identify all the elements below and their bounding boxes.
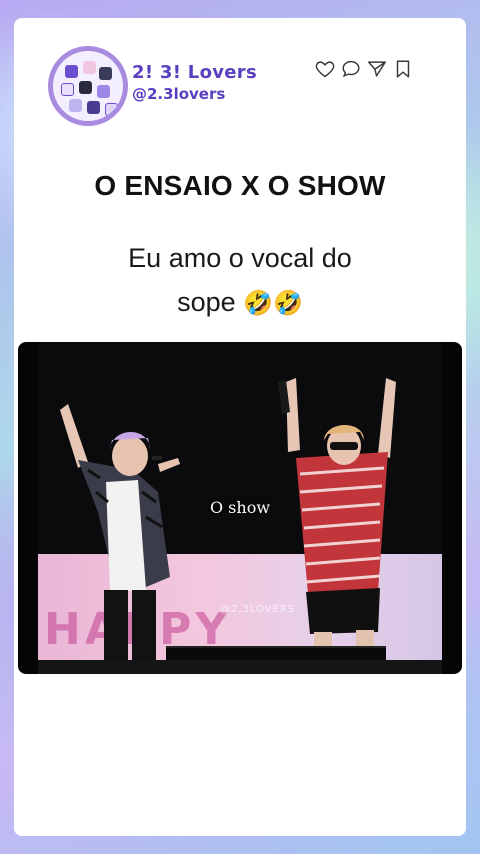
- bookmark-icon[interactable]: [392, 58, 414, 84]
- avatar[interactable]: [48, 46, 128, 126]
- performer-left: [60, 404, 180, 674]
- profile-info: 2! 3! Lovers @2.3lovers: [132, 62, 257, 103]
- comment-icon[interactable]: [340, 58, 362, 84]
- share-icon[interactable]: [366, 58, 388, 84]
- stage-floor: [38, 660, 442, 674]
- group-photo-avatar-image: [53, 51, 123, 121]
- post-caption: Eu amo o vocal do sope 🤣🤣: [104, 236, 376, 326]
- video-overlay-text: O show: [209, 498, 271, 517]
- heart-icon[interactable]: [314, 58, 336, 84]
- profile-name[interactable]: 2! 3! Lovers: [132, 62, 257, 83]
- post-card: 2! 3! Lovers @2.3lovers O ENSAIO X O SHO…: [14, 18, 466, 836]
- post-actions: [314, 58, 414, 84]
- laughing-emoji-icon: 🤣🤣: [243, 289, 303, 317]
- profile-handle[interactable]: @2.3lovers: [132, 85, 257, 103]
- caption-line-1: Eu amo o vocal do: [128, 243, 352, 273]
- performer-right: [278, 378, 396, 674]
- post-headline: O ENSAIO X O SHOW: [94, 170, 386, 201]
- caption-line-2: sope: [177, 287, 236, 317]
- video-player[interactable]: HAPPY @2.3LOVERS: [18, 342, 462, 674]
